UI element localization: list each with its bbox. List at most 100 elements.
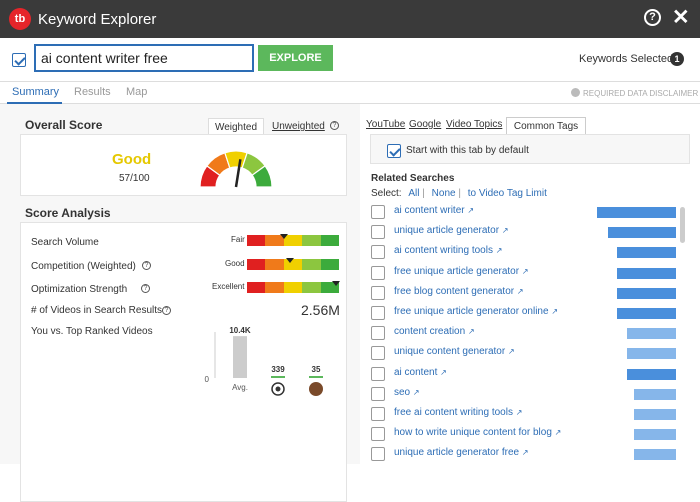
view-tabs: Summary Results Map REQUIRED DATA DISCLA… bbox=[0, 82, 700, 104]
related-search-row[interactable]: unique content generator ↗ bbox=[370, 343, 680, 363]
select-limit-link[interactable]: to Video Tag Limit bbox=[468, 188, 547, 199]
select-none-link[interactable]: None bbox=[432, 188, 456, 199]
help-icon[interactable]: ? bbox=[644, 9, 661, 26]
bar-segment bbox=[283, 282, 303, 293]
bar-segment bbox=[320, 259, 340, 270]
related-search-row[interactable]: seo ↗ bbox=[370, 384, 680, 404]
optimization-help-icon[interactable]: ? bbox=[141, 284, 150, 293]
bar-segment bbox=[265, 259, 284, 270]
related-search-row[interactable]: ai content writing tools ↗ bbox=[370, 242, 680, 262]
row-checkbox[interactable] bbox=[371, 306, 385, 320]
search-volume-value: Fair bbox=[231, 235, 245, 244]
search-volume-bar bbox=[633, 429, 676, 441]
keyword-link[interactable]: ai content ↗ bbox=[394, 367, 447, 378]
tab-summary[interactable]: Summary bbox=[12, 86, 59, 98]
level-marker bbox=[286, 258, 295, 263]
avg-value-label: 10.4K bbox=[229, 326, 251, 335]
tab-youtube[interactable]: YouTube bbox=[366, 119, 405, 130]
row-checkbox[interactable] bbox=[371, 386, 385, 401]
summary-panel: Overall Score Weighted Unweighted ? Good… bbox=[0, 104, 360, 502]
bar-segment bbox=[302, 282, 321, 293]
compare-label: You vs. Top Ranked Videos bbox=[31, 326, 153, 337]
related-search-row[interactable]: ai content ↗ bbox=[370, 364, 680, 384]
data-disclaimer-link[interactable]: REQUIRED DATA DISCLAIMER bbox=[571, 88, 698, 98]
related-search-row[interactable]: ai content writer ↗ bbox=[370, 202, 680, 222]
search-volume-bar bbox=[607, 227, 676, 239]
row-checkbox[interactable] bbox=[371, 265, 385, 280]
unweighted-tab[interactable]: Unweighted bbox=[272, 121, 325, 132]
row-checkbox[interactable] bbox=[371, 447, 385, 462]
close-icon[interactable]: ✕ bbox=[672, 5, 690, 30]
weighted-help-icon[interactable]: ? bbox=[330, 121, 339, 130]
keyword-link[interactable]: ai content writing tools ↗ bbox=[394, 245, 502, 256]
keyword-link[interactable]: free unique article generator ↗ bbox=[394, 266, 529, 277]
competition-help-icon[interactable]: ? bbox=[142, 261, 151, 270]
keyword-link[interactable]: content creation ↗ bbox=[394, 326, 475, 337]
related-search-row[interactable]: free ai content writing tools ↗ bbox=[370, 404, 680, 424]
default-tab-option: Start with this tab by default bbox=[370, 134, 690, 164]
search-volume-bar bbox=[616, 287, 676, 299]
search-checkbox[interactable] bbox=[12, 53, 26, 67]
score-value: 57/100 bbox=[119, 173, 150, 184]
tab-common-tags[interactable]: Common Tags bbox=[506, 117, 586, 135]
related-search-row[interactable]: how to write unique content for blog ↗ bbox=[370, 424, 680, 444]
competition-label: Competition (Weighted) bbox=[31, 261, 136, 272]
tab-video-topics[interactable]: Video Topics bbox=[446, 119, 502, 130]
window-title: Keyword Explorer bbox=[38, 11, 157, 28]
tab-map[interactable]: Map bbox=[126, 86, 147, 98]
info-icon bbox=[571, 88, 580, 97]
keyword-link[interactable]: seo ↗ bbox=[394, 387, 420, 398]
optimization-value: Excellent bbox=[212, 282, 245, 291]
keyword-link[interactable]: unique article generator ↗ bbox=[394, 225, 509, 236]
keywords-selected-count: 1 bbox=[670, 52, 684, 66]
search-volume-bar bbox=[633, 388, 676, 400]
row-checkbox[interactable] bbox=[371, 285, 385, 300]
external-link-icon: ↗ bbox=[521, 266, 529, 276]
row-checkbox[interactable] bbox=[371, 205, 385, 219]
row-checkbox[interactable] bbox=[371, 346, 385, 361]
search-volume-bar bbox=[616, 267, 676, 279]
search-volume-bar bbox=[616, 247, 676, 259]
select-all-link[interactable]: All bbox=[408, 188, 419, 199]
views-compare-chart: Views12k010.4K33935Avg. bbox=[205, 326, 323, 396]
search-volume-bar bbox=[626, 348, 676, 360]
row-checkbox[interactable] bbox=[371, 427, 385, 442]
keyword-link[interactable]: free ai content writing tools ↗ bbox=[394, 407, 522, 418]
bar-segment bbox=[247, 282, 266, 293]
bar-segment bbox=[247, 259, 266, 270]
views-bar bbox=[309, 376, 323, 378]
row-checkbox[interactable] bbox=[371, 407, 385, 421]
row-checkbox[interactable] bbox=[371, 326, 385, 341]
keyword-link[interactable]: how to write unique content for blog ↗ bbox=[394, 427, 561, 438]
keyword-search-input[interactable] bbox=[34, 44, 254, 72]
external-link-icon: ↗ bbox=[507, 347, 515, 357]
related-search-row[interactable]: content creation ↗ bbox=[370, 323, 680, 343]
videos-help-icon[interactable]: ? bbox=[162, 306, 171, 315]
external-link-icon: ↗ bbox=[515, 408, 523, 417]
scrollbar-thumb[interactable] bbox=[680, 207, 685, 243]
external-link-icon: ↗ bbox=[412, 387, 420, 397]
search-volume-label: Search Volume bbox=[31, 237, 99, 248]
search-bar: EXPLORE Keywords Selected 1 bbox=[0, 38, 700, 82]
default-tab-checkbox[interactable] bbox=[387, 144, 401, 158]
explore-button[interactable]: EXPLORE bbox=[258, 45, 333, 71]
tab-google[interactable]: Google bbox=[409, 119, 441, 130]
search-volume-bar bbox=[633, 409, 676, 420]
row-checkbox[interactable] bbox=[371, 225, 385, 240]
related-search-row[interactable]: unique article generator free ↗ bbox=[370, 444, 680, 464]
keyword-link[interactable]: free unique article generator online ↗ bbox=[394, 306, 558, 317]
related-search-row[interactable]: free unique article generator ↗ bbox=[370, 263, 680, 283]
row-checkbox[interactable] bbox=[371, 245, 385, 260]
related-search-row[interactable]: free unique article generator online ↗ bbox=[370, 303, 680, 323]
keyword-link[interactable]: unique content generator ↗ bbox=[394, 346, 515, 357]
keyword-link[interactable]: unique article generator free ↗ bbox=[394, 447, 529, 458]
optimization-bar bbox=[247, 281, 341, 293]
keyword-link[interactable]: free blog content generator ↗ bbox=[394, 286, 524, 297]
related-search-row[interactable]: free blog content generator ↗ bbox=[370, 283, 680, 303]
competition-bar bbox=[247, 258, 340, 270]
related-search-row[interactable]: unique article generator ↗ bbox=[370, 222, 680, 242]
tab-results[interactable]: Results bbox=[74, 86, 111, 98]
row-checkbox[interactable] bbox=[371, 366, 385, 381]
optimization-label: Optimization Strength bbox=[31, 284, 128, 295]
keyword-link[interactable]: ai content writer ↗ bbox=[394, 205, 474, 216]
